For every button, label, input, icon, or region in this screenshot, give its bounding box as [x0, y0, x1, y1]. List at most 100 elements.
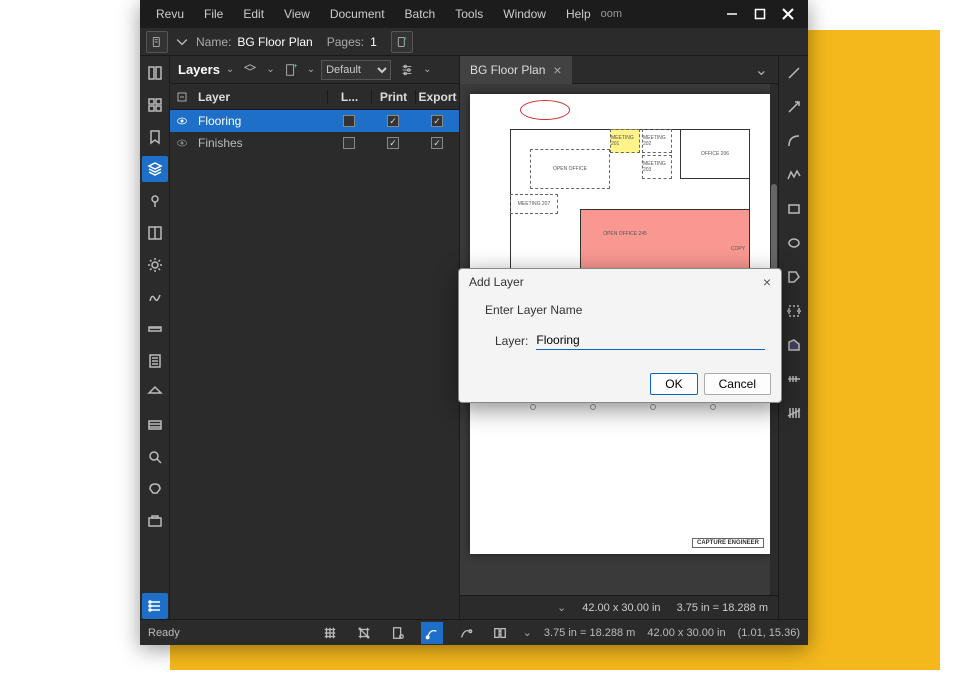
- window-maximize[interactable]: [746, 2, 774, 26]
- area-tool-icon[interactable]: [781, 332, 807, 358]
- reuse-icon[interactable]: [455, 622, 477, 644]
- forms-icon[interactable]: [142, 348, 168, 374]
- visibility-icon[interactable]: [176, 115, 188, 127]
- doc-dropdown[interactable]: [174, 31, 190, 53]
- studio-icon[interactable]: [142, 476, 168, 502]
- close-icon[interactable]: ×: [763, 274, 771, 290]
- sets-icon[interactable]: [142, 412, 168, 438]
- polygon-tool-icon[interactable]: [781, 264, 807, 290]
- arc-tool-icon[interactable]: [781, 128, 807, 154]
- config-select[interactable]: Default: [321, 60, 391, 80]
- chevron-down-icon[interactable]: ⌄: [226, 64, 234, 75]
- layer-row[interactable]: Flooring: [170, 110, 459, 132]
- layer-row[interactable]: Finishes: [170, 132, 459, 154]
- thumbnails-icon[interactable]: [142, 60, 168, 86]
- count-tool-icon[interactable]: [781, 366, 807, 392]
- menu-revu[interactable]: Revu: [146, 7, 194, 21]
- close-icon[interactable]: ×: [553, 62, 561, 78]
- chevron-down-icon[interactable]: ⌄: [307, 64, 315, 75]
- status-scale[interactable]: 3.75 in = 18.288 m: [544, 627, 635, 639]
- chevron-down-icon[interactable]: ⌄: [557, 601, 566, 614]
- panel-layers-icon[interactable]: [240, 60, 260, 80]
- menu-tools[interactable]: Tools: [445, 7, 493, 21]
- dialog-prompt: Enter Layer Name: [485, 303, 765, 317]
- layer-name: Flooring: [194, 114, 327, 128]
- places-icon[interactable]: [142, 188, 168, 214]
- room-label: OPEN OFFICE 245: [600, 224, 650, 244]
- status-ready: Ready: [148, 627, 180, 639]
- grid-icon[interactable]: [142, 92, 168, 118]
- chevron-down-icon[interactable]: ⌄: [266, 64, 274, 75]
- menu-help[interactable]: Help: [556, 7, 601, 21]
- line-tool-icon[interactable]: [781, 60, 807, 86]
- right-sidebar: [778, 56, 808, 619]
- status-coords: (1.01, 15.36): [738, 627, 800, 639]
- menu-window[interactable]: Window: [493, 7, 556, 21]
- statusbar: Ready ⌄ 3.75 in = 18.288 m 42.00 x 30.00…: [140, 619, 808, 645]
- window-minimize[interactable]: [718, 2, 746, 26]
- tally-tool-icon[interactable]: [781, 400, 807, 426]
- ok-button[interactable]: OK: [650, 373, 697, 395]
- menu-batch[interactable]: Batch: [395, 7, 446, 21]
- menu-view[interactable]: View: [274, 7, 320, 21]
- properties-icon[interactable]: [142, 593, 168, 619]
- layers-panel: Layers ⌄ ⌄ ⌄ Default ⌄ Layer L... Print …: [170, 56, 460, 619]
- tabs-menu-chevron[interactable]: ⌄: [745, 60, 778, 80]
- ellipse-tool-icon[interactable]: [781, 230, 807, 256]
- col-print[interactable]: Print: [371, 90, 415, 104]
- export-checkbox[interactable]: [431, 115, 443, 127]
- status-dimensions: 42.00 x 30.00 in: [647, 627, 725, 639]
- name-value: BG Floor Plan: [237, 35, 312, 49]
- pages-value: 1: [370, 35, 377, 49]
- signatures-icon[interactable]: [142, 284, 168, 310]
- menu-edit[interactable]: Edit: [233, 7, 274, 21]
- settings-icon[interactable]: [142, 252, 168, 278]
- new-layer-icon[interactable]: [281, 60, 301, 80]
- snap-toggle-icon[interactable]: [353, 622, 375, 644]
- menu-document[interactable]: Document: [320, 7, 395, 21]
- rectangle-tool-icon[interactable]: [781, 196, 807, 222]
- room: MEETING 203: [642, 155, 672, 179]
- layer-field-label: Layer:: [495, 334, 528, 348]
- dimension-tool-icon[interactable]: [781, 298, 807, 324]
- menubar: Revu File Edit View Document Batch Tools…: [140, 0, 808, 28]
- col-export[interactable]: Export: [415, 90, 459, 104]
- links-icon[interactable]: [142, 380, 168, 406]
- room: MEETING 201: [610, 129, 640, 153]
- print-checkbox[interactable]: [387, 115, 399, 127]
- layer-name-input[interactable]: [536, 331, 765, 350]
- snap-markup-icon[interactable]: [421, 622, 443, 644]
- menu-file[interactable]: File: [194, 7, 233, 21]
- arrow-tool-icon[interactable]: [781, 94, 807, 120]
- document-tab[interactable]: BG Floor Plan ×: [460, 56, 572, 84]
- toolchest-icon[interactable]: [142, 508, 168, 534]
- layers-icon[interactable]: [142, 156, 168, 182]
- polyline-tool-icon[interactable]: [781, 162, 807, 188]
- chevron-down-icon[interactable]: ⌄: [423, 64, 431, 75]
- spaces-icon[interactable]: [142, 220, 168, 246]
- print-checkbox[interactable]: [387, 137, 399, 149]
- lock-checkbox[interactable]: [343, 115, 355, 127]
- grid-toggle-icon[interactable]: [319, 622, 341, 644]
- sync-icon[interactable]: [489, 622, 511, 644]
- chevron-down-icon[interactable]: ⌄: [523, 626, 532, 639]
- col-lock[interactable]: L...: [327, 90, 371, 104]
- document-icon[interactable]: [146, 31, 168, 53]
- cancel-button[interactable]: Cancel: [704, 373, 771, 395]
- panel-title[interactable]: Layers: [178, 62, 220, 77]
- snap-content-icon[interactable]: [387, 622, 409, 644]
- new-page-icon[interactable]: [391, 31, 413, 53]
- bookmarks-icon[interactable]: [142, 124, 168, 150]
- lock-checkbox[interactable]: [343, 137, 355, 149]
- visibility-icon[interactable]: [176, 137, 188, 149]
- window-close[interactable]: [774, 2, 802, 26]
- measure-icon[interactable]: [142, 316, 168, 342]
- search-icon[interactable]: [142, 444, 168, 470]
- filter-icon[interactable]: [397, 60, 417, 80]
- room-label: COPY: [726, 234, 750, 264]
- col-name[interactable]: Layer: [194, 90, 327, 104]
- collapse-toggle[interactable]: [170, 92, 194, 102]
- export-checkbox[interactable]: [431, 137, 443, 149]
- pages-label: Pages:: [327, 35, 364, 49]
- dialog-title: Add Layer: [469, 275, 524, 289]
